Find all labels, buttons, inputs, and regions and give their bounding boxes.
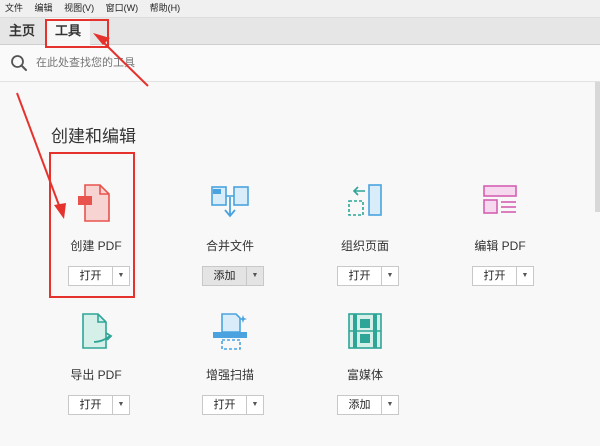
tool-organize-pages[interactable]: 组织页面 打开 ▼ [305, 183, 425, 293]
enhance-scan-icon [213, 313, 247, 350]
add-button[interactable]: 添加 ▼ [202, 266, 264, 286]
export-pdf-icon [82, 313, 113, 349]
open-button[interactable]: 打开 ▼ [337, 266, 399, 286]
open-button-label[interactable]: 打开 [338, 267, 382, 285]
tool-enhance-scans[interactable]: 增强扫描 打开 ▼ [170, 312, 290, 422]
rich-media-icon [348, 313, 382, 349]
scrollbar[interactable] [595, 82, 600, 212]
chevron-down-icon[interactable]: ▼ [247, 396, 263, 414]
organize-pages-icon [348, 184, 382, 216]
tool-label: 组织页面 [340, 239, 389, 253]
tool-combine-files[interactable]: 合并文件 添加 ▼ [170, 183, 290, 293]
open-button[interactable]: 打开 ▼ [68, 395, 130, 415]
search-icon[interactable] [10, 54, 28, 72]
create-pdf-icon [78, 184, 110, 222]
open-button-label[interactable]: 打开 [473, 267, 517, 285]
open-button[interactable]: 打开 ▼ [202, 395, 264, 415]
tool-label: 导出 PDF [70, 368, 122, 382]
menu-help[interactable]: 帮助(H) [145, 0, 185, 17]
menu-view[interactable]: 视图(V) [59, 0, 98, 17]
menu-file[interactable]: 文件 [0, 0, 27, 17]
chevron-down-icon[interactable]: ▼ [382, 396, 398, 414]
menu-bar: 文件 编辑 视图(V) 窗口(W) 帮助(H) [0, 0, 600, 18]
open-button[interactable]: 打开 ▼ [472, 266, 534, 286]
add-button-label[interactable]: 添加 [338, 396, 382, 414]
tool-export-pdf[interactable]: 导出 PDF 打开 ▼ [36, 312, 156, 422]
open-button[interactable]: 打开 ▼ [68, 266, 130, 286]
open-button-label[interactable]: 打开 [69, 396, 113, 414]
menu-edit[interactable]: 编辑 [30, 0, 57, 17]
edit-pdf-icon [483, 185, 517, 214]
chevron-down-icon[interactable]: ▼ [113, 396, 129, 414]
tool-label: 富媒体 [346, 368, 383, 382]
chevron-down-icon[interactable]: ▼ [247, 267, 263, 285]
tool-label: 增强扫描 [205, 368, 254, 382]
chevron-down-icon[interactable]: ▼ [382, 267, 398, 285]
tab-tools[interactable]: 工具 [46, 18, 91, 45]
add-button[interactable]: 添加 ▼ [337, 395, 399, 415]
combine-files-icon [211, 186, 249, 218]
chevron-down-icon[interactable]: ▼ [113, 267, 129, 285]
tool-label: 创建 PDF [70, 239, 122, 253]
tool-edit-pdf[interactable]: 编辑 PDF 打开 ▼ [440, 183, 560, 293]
open-button-label[interactable]: 打开 [203, 396, 247, 414]
tool-label: 编辑 PDF [474, 239, 526, 253]
search-bar [0, 45, 600, 82]
tab-home[interactable]: 主页 [0, 18, 44, 44]
tool-rich-media[interactable]: 富媒体 添加 ▼ [305, 312, 425, 422]
chevron-down-icon[interactable]: ▼ [517, 267, 533, 285]
add-button-label[interactable]: 添加 [203, 267, 247, 285]
search-input[interactable] [36, 54, 336, 72]
menu-window[interactable]: 窗口(W) [101, 0, 143, 17]
section-title: 创建和编辑 [51, 127, 136, 146]
open-button-label[interactable]: 打开 [69, 267, 113, 285]
tool-create-pdf[interactable]: 创建 PDF 打开 ▼ [36, 183, 156, 293]
tab-bar: 主页 工具 [0, 18, 600, 45]
tool-label: 合并文件 [205, 239, 254, 253]
